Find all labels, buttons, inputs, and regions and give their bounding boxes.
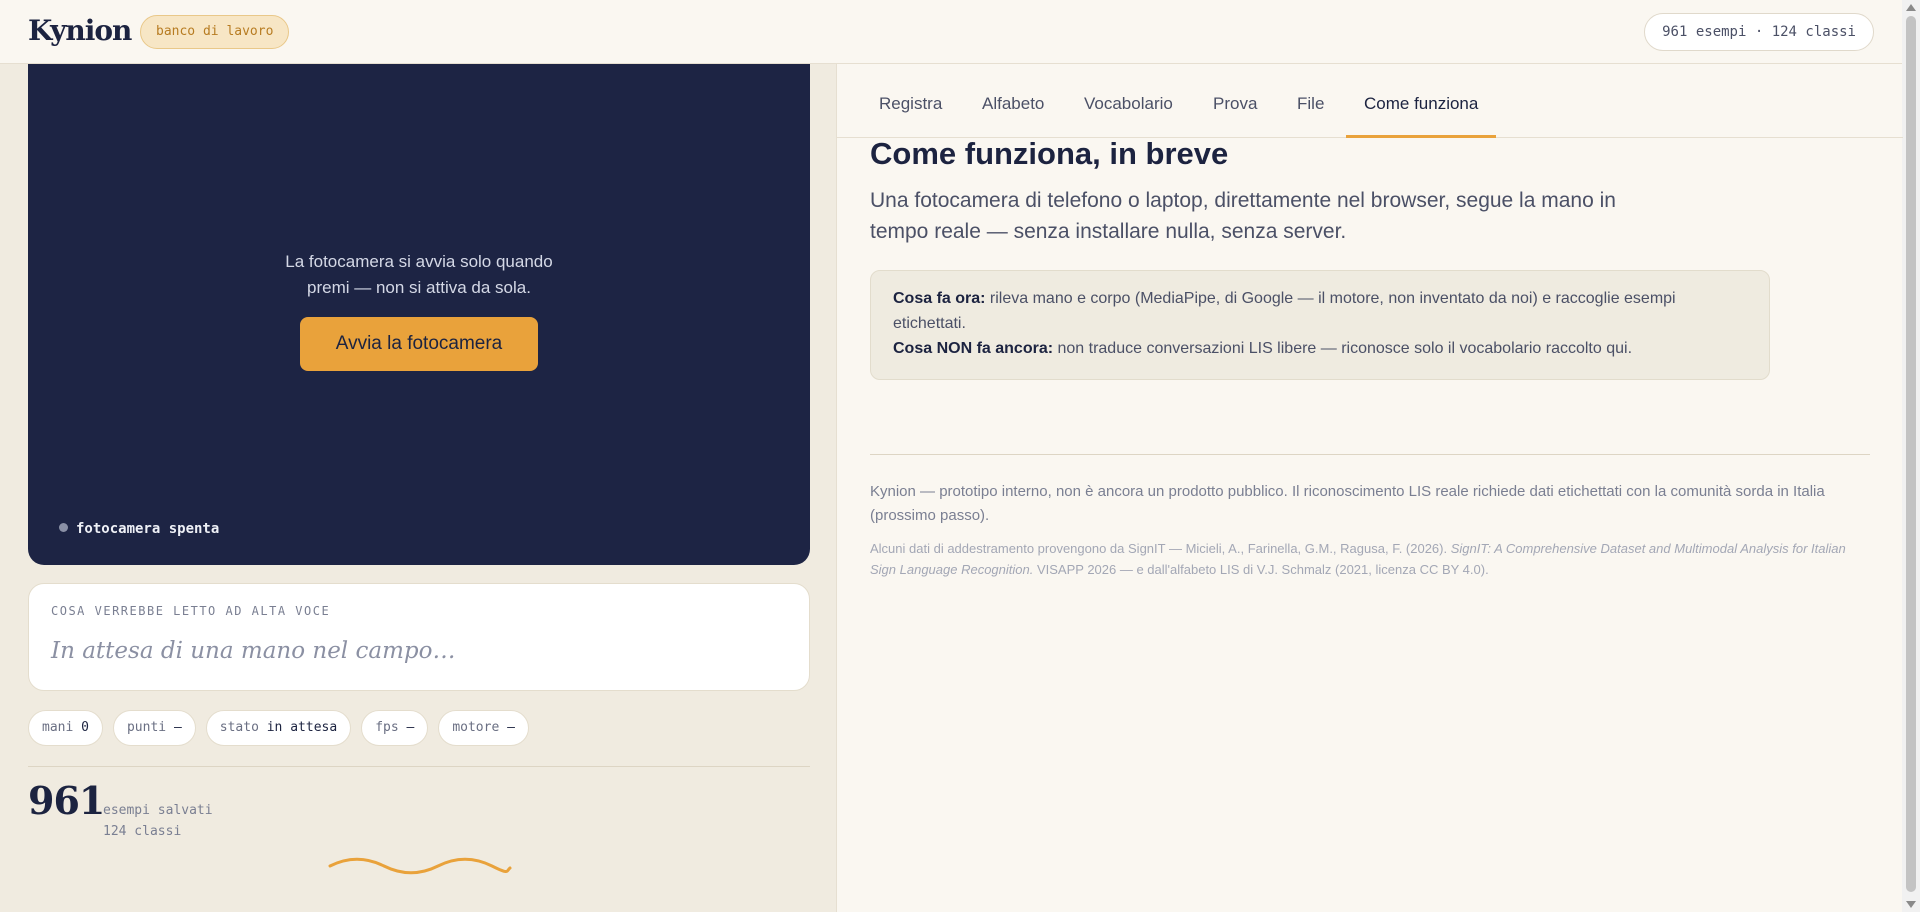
page-scrollbar[interactable] bbox=[1902, 0, 1920, 912]
page-lead: Una fotocamera di telefono o laptop, dir… bbox=[870, 189, 1616, 243]
dataset-stats: 961 esempi · 124 classi bbox=[1644, 13, 1874, 51]
metrics-chips: mani 0 punti — stato in attesa fps — mot… bbox=[28, 710, 529, 746]
tab-prova[interactable]: Prova bbox=[1195, 64, 1275, 138]
tab-vocabolario[interactable]: Vocabolario bbox=[1066, 64, 1191, 138]
camera-message-line: premi — non si attiva da sola. bbox=[307, 278, 531, 297]
camera-message-line: La fotocamera si avvia solo quando bbox=[285, 252, 553, 271]
chip-state: stato in attesa bbox=[205, 710, 352, 746]
chip-label: stato bbox=[219, 720, 259, 735]
camera-status-text: fotocamera spenta bbox=[76, 521, 220, 537]
info-box: Cosa fa ora: rileva mano e corpo (MediaP… bbox=[870, 270, 1770, 380]
chip-label: punti bbox=[126, 720, 167, 735]
credits-text: Alcuni dati di addestramento provengono … bbox=[870, 541, 1451, 556]
divider bbox=[870, 454, 1870, 455]
tab-come-funziona[interactable]: Come funziona bbox=[1346, 64, 1497, 138]
speech-placeholder: In attesa di una mano nel campo… bbox=[51, 638, 456, 664]
wave-icon bbox=[328, 857, 512, 875]
chip-value: — bbox=[507, 720, 515, 735]
tab-bar: Registra Alfabeto Vocabolario Prova File… bbox=[837, 64, 1903, 138]
credits: Alcuni dati di addestramento provengono … bbox=[870, 538, 1870, 580]
divider bbox=[28, 766, 810, 767]
scroll-thumb[interactable] bbox=[1906, 16, 1916, 892]
tab-registra[interactable]: Registra bbox=[861, 64, 960, 138]
status-dot-icon bbox=[59, 523, 68, 532]
brand-logo[interactable]: Kynion bbox=[28, 14, 132, 47]
info-not-label: Cosa NON fa ancora: bbox=[893, 340, 1054, 357]
examples-count: 961 bbox=[28, 778, 105, 823]
right-panel: Registra Alfabeto Vocabolario Prova File… bbox=[836, 64, 1903, 912]
info-now-label: Cosa fa ora: bbox=[893, 290, 986, 307]
chip-label: mani bbox=[42, 720, 74, 735]
chip-value: 0 bbox=[81, 720, 89, 735]
chip-points: punti — bbox=[112, 710, 196, 746]
credits-text: VISAPP 2026 — e dall'alfabeto LIS di V.J… bbox=[1033, 562, 1489, 577]
speech-output-card: COSA VERREBBE LETTO AD ALTA VOCE In atte… bbox=[28, 583, 810, 691]
top-bar: Kynion banco di lavoro 961 esempi · 124 … bbox=[0, 0, 1902, 64]
scroll-up-icon[interactable] bbox=[1906, 4, 1916, 11]
tab-file[interactable]: File bbox=[1279, 64, 1342, 138]
disclaimer: Kynion — prototipo interno, non è ancora… bbox=[870, 483, 1825, 524]
chip-hands: mani 0 bbox=[28, 710, 103, 746]
speech-label: COSA VERREBBE LETTO AD ALTA VOCE bbox=[51, 604, 331, 618]
left-panel: La fotocamera si avvia solo quando premi… bbox=[0, 64, 836, 912]
info-now: Cosa fa ora: rileva mano e corpo (MediaP… bbox=[893, 286, 1747, 336]
info-now-text: rileva mano e corpo (MediaPipe, di Googl… bbox=[893, 290, 1676, 332]
examples-meta: esempi salvati 124 classi bbox=[103, 800, 213, 842]
chip-value: in attesa bbox=[266, 720, 338, 735]
chip-label: fps bbox=[375, 720, 399, 735]
chip-fps: fps — bbox=[361, 710, 429, 746]
page-title: Come funziona, in breve bbox=[870, 136, 1229, 171]
info-not-text: non traduce conversazioni LIS libere — r… bbox=[1053, 340, 1633, 357]
classes-label: 124 classi bbox=[103, 824, 182, 839]
camera-status: fotocamera spenta bbox=[59, 521, 219, 537]
camera-preview: La fotocamera si avvia solo quando premi… bbox=[28, 64, 810, 565]
camera-message: La fotocamera si avvia solo quando premi… bbox=[28, 249, 810, 301]
start-camera-button[interactable]: Avvia la fotocamera bbox=[300, 317, 538, 371]
chip-value: — bbox=[173, 720, 182, 735]
info-not: Cosa NON fa ancora: non traduce conversa… bbox=[893, 336, 1747, 361]
scroll-down-icon[interactable] bbox=[1906, 901, 1916, 908]
chip-engine: motore — bbox=[438, 710, 529, 746]
workspace-badge: banco di lavoro bbox=[140, 15, 290, 49]
examples-label: esempi salvati bbox=[103, 803, 213, 818]
chip-label: motore bbox=[452, 720, 500, 735]
chip-value: — bbox=[406, 720, 415, 735]
tab-alfabeto[interactable]: Alfabeto bbox=[964, 64, 1062, 138]
